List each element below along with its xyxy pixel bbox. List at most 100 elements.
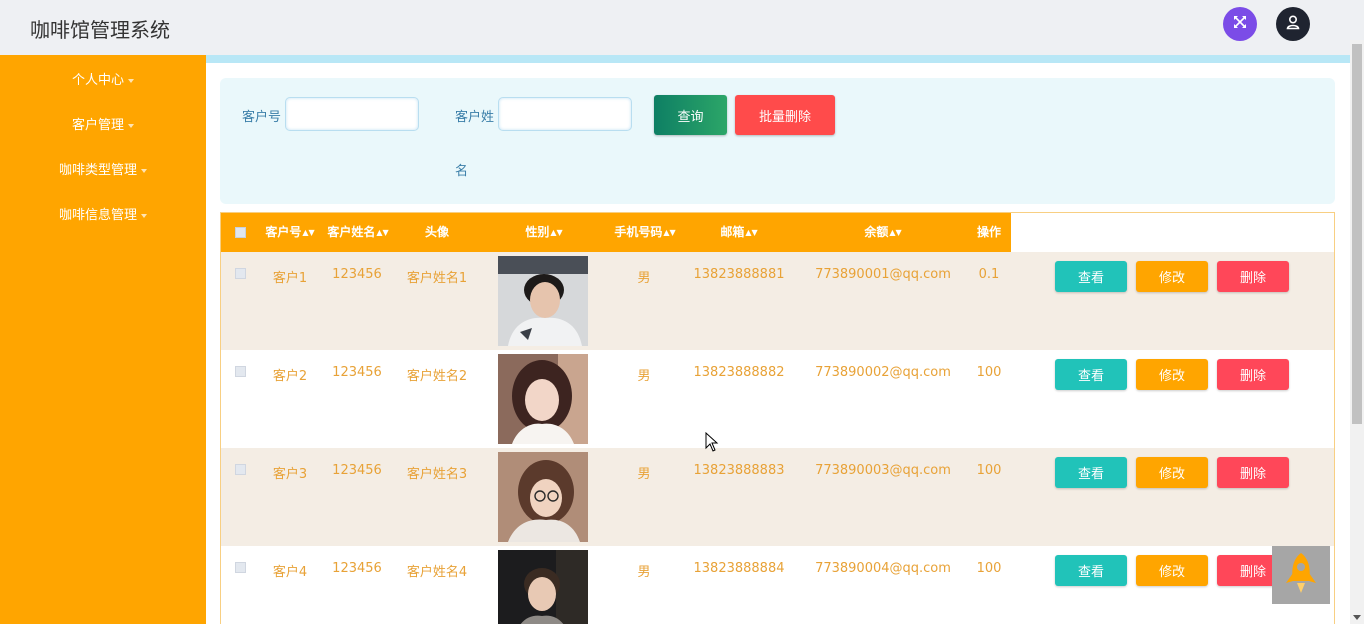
- cell-gender: 男: [637, 565, 651, 580]
- cell-phone: 13823888882: [693, 365, 785, 380]
- sort-icon: ▲▼: [550, 228, 563, 237]
- customer-no-label: 客户号: [242, 110, 282, 125]
- batch-delete-button[interactable]: 批量删除: [735, 95, 835, 135]
- edit-button[interactable]: 修改: [1136, 359, 1208, 390]
- avatar: [498, 452, 588, 542]
- caret-down-icon: [141, 213, 147, 218]
- sidebar-item-coffee-info-management[interactable]: 咖啡信息管理: [0, 204, 206, 223]
- column-header-customer-no[interactable]: 客户号▲▼: [265, 213, 314, 252]
- row-checkbox[interactable]: [235, 562, 246, 573]
- table-row: 客户4 123456 客户姓名4 男 13823888884 773890004…: [221, 546, 1334, 624]
- caret-down-icon: [128, 78, 134, 83]
- cell-customer-name: 客户姓名4: [406, 565, 468, 580]
- select-all-checkbox[interactable]: [235, 227, 246, 238]
- delete-button[interactable]: 删除: [1217, 261, 1289, 292]
- sort-icon: ▲▼: [302, 228, 315, 237]
- main-content: 客户号 客户姓 名 查询 批量删除 客户号▲▼ 客户姓名▲▼ 头像 性别▲▼ 手…: [206, 55, 1350, 624]
- sidebar-item-personal-center[interactable]: 个人中心: [0, 69, 206, 88]
- cell-customer-name: 客户姓名3: [406, 467, 468, 482]
- sidebar-item-label: 咖啡类型管理: [58, 163, 137, 178]
- user-icon: [1285, 14, 1301, 34]
- customer-name-label-wrap: 名: [455, 164, 469, 179]
- cell-balance: 0.1: [978, 267, 1000, 282]
- column-header-customer-name[interactable]: 客户姓名▲▼: [327, 213, 388, 252]
- query-button[interactable]: 查询: [654, 95, 727, 135]
- edit-button[interactable]: 修改: [1136, 457, 1208, 488]
- row-checkbox[interactable]: [235, 464, 246, 475]
- scrollbar-thumb[interactable]: [1352, 44, 1362, 424]
- cell-phone: 13823888883: [693, 463, 785, 478]
- column-header-email[interactable]: 邮箱▲▼: [720, 213, 757, 252]
- sidebar: 个人中心 客户管理 咖啡类型管理 咖啡信息管理: [0, 55, 206, 624]
- cell-balance: 100: [976, 561, 1002, 576]
- row-checkbox[interactable]: [235, 366, 246, 377]
- edit-button[interactable]: 修改: [1136, 555, 1208, 586]
- cell-password: 123456: [332, 561, 382, 576]
- cell-customer-no: 客户4: [272, 565, 308, 580]
- table-row: 客户2 123456 客户姓名2 男 13823888882 773890002…: [221, 350, 1334, 448]
- delete-button[interactable]: 删除: [1217, 359, 1289, 390]
- fullscreen-button[interactable]: [1223, 7, 1257, 41]
- app-title: 咖啡馆管理系统: [30, 18, 170, 42]
- mouse-cursor-icon: [705, 431, 719, 456]
- caret-down-icon: [128, 123, 134, 128]
- user-menu-button[interactable]: [1276, 7, 1310, 41]
- cell-customer-name: 客户姓名1: [406, 271, 468, 286]
- cell-email: 773890002@qq.com: [815, 365, 951, 380]
- cell-gender: 男: [637, 271, 651, 286]
- view-button[interactable]: 查看: [1055, 457, 1127, 488]
- cell-gender: 男: [637, 369, 651, 384]
- sort-icon: ▲▼: [745, 228, 758, 237]
- customer-name-label: 客户姓: [455, 110, 495, 125]
- divider: [206, 55, 1350, 63]
- top-header: 咖啡馆管理系统: [0, 0, 1364, 55]
- view-button[interactable]: 查看: [1055, 261, 1127, 292]
- avatar: [498, 550, 588, 624]
- customer-no-input[interactable]: [285, 97, 419, 131]
- page-scrollbar[interactable]: [1350, 40, 1364, 624]
- sort-icon: ▲▼: [376, 228, 389, 237]
- expand-icon: [1232, 14, 1248, 34]
- sort-icon: ▲▼: [663, 228, 676, 237]
- column-header-gender[interactable]: 性别▲▼: [525, 213, 562, 252]
- customer-table: 客户号▲▼ 客户姓名▲▼ 头像 性别▲▼ 手机号码▲▼ 邮箱▲▼ 余额▲▼ 操作…: [220, 212, 1335, 624]
- column-header-actions: 操作: [976, 225, 1002, 239]
- column-header-phone[interactable]: 手机号码▲▼: [614, 213, 675, 252]
- cell-balance: 100: [976, 463, 1002, 478]
- cell-email: 773890001@qq.com: [815, 267, 951, 282]
- table-row: 客户1 123456 客户姓名1 男 13823888881 773890001…: [221, 252, 1334, 350]
- avatar: [498, 354, 588, 444]
- rocket-icon: [1283, 551, 1319, 599]
- search-panel: 客户号 客户姓 名 查询 批量删除: [220, 78, 1335, 204]
- edit-button[interactable]: 修改: [1136, 261, 1208, 292]
- cell-password: 123456: [332, 365, 382, 380]
- cell-phone: 13823888881: [693, 267, 785, 282]
- cell-gender: 男: [637, 467, 651, 482]
- cell-balance: 100: [976, 365, 1002, 380]
- column-header-balance[interactable]: 余额▲▼: [864, 213, 901, 252]
- cell-password: 123456: [332, 463, 382, 478]
- sidebar-item-label: 客户管理: [71, 118, 124, 133]
- back-to-top-button[interactable]: [1272, 546, 1330, 604]
- cell-phone: 13823888884: [693, 561, 785, 576]
- table-row: 客户3 123456 客户姓名3 男 13823888883 773890003…: [221, 448, 1334, 546]
- cell-customer-no: 客户3: [272, 467, 308, 482]
- cell-password: 123456: [332, 267, 382, 282]
- cell-email: 773890003@qq.com: [815, 463, 951, 478]
- cell-email: 773890004@qq.com: [815, 561, 951, 576]
- view-button[interactable]: 查看: [1055, 359, 1127, 390]
- delete-button[interactable]: 删除: [1217, 457, 1289, 488]
- sidebar-item-customer-management[interactable]: 客户管理: [0, 114, 206, 133]
- sort-icon: ▲▼: [889, 228, 902, 237]
- cell-customer-name: 客户姓名2: [406, 369, 468, 384]
- customer-name-input[interactable]: [498, 97, 632, 131]
- view-button[interactable]: 查看: [1055, 555, 1127, 586]
- column-header-avatar: 头像: [424, 225, 450, 239]
- caret-down-icon: [141, 168, 147, 173]
- row-checkbox[interactable]: [235, 268, 246, 279]
- cell-customer-no: 客户2: [272, 369, 308, 384]
- sidebar-item-coffee-type-management[interactable]: 咖啡类型管理: [0, 159, 206, 178]
- sidebar-item-label: 咖啡信息管理: [58, 208, 137, 223]
- cell-customer-no: 客户1: [272, 271, 308, 286]
- scroll-down-arrow-icon[interactable]: [1353, 615, 1361, 620]
